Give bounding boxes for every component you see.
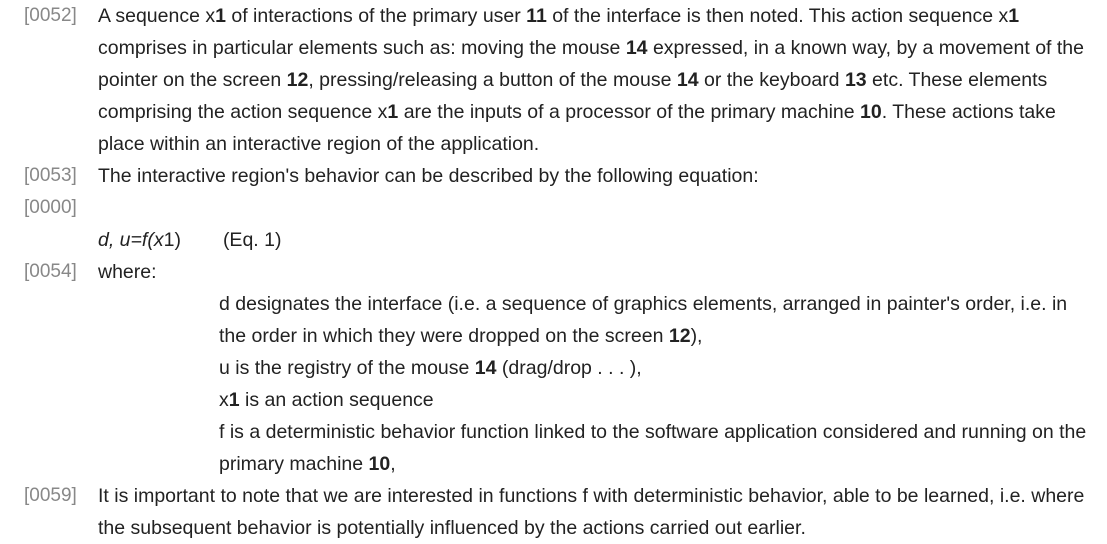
paragraph-text: It is important to note that we are inte… [98, 485, 1085, 539]
equation: d, u=f(x1) (Eq. 1) [98, 229, 282, 251]
equation-label: (Eq. 1) [222, 229, 282, 251]
definition-item-x1: x1 is an action sequence [219, 389, 434, 411]
paragraph-text: The interactive region's behavior can be… [98, 165, 759, 187]
paragraph-number: [0052] [24, 5, 77, 26]
paragraph-text: A sequence x1 of interactions of the pri… [98, 5, 1084, 155]
definition-item-d: d designates the interface (i.e. a seque… [219, 293, 1068, 347]
paragraph-number: [0054] [24, 261, 77, 282]
definition-item-f: f is a deterministic behavior function l… [219, 421, 1087, 475]
paragraph-number: [0053] [24, 165, 77, 186]
paragraph-number: [0059] [24, 485, 77, 506]
definition-item-u: u is the registry of the mouse 14 (drag/… [219, 357, 642, 379]
definition-list-body: d designates the interface (i.e. a seque… [219, 288, 1099, 480]
paragraph-text: where: [98, 261, 157, 283]
paragraph-number: [0000] [24, 197, 77, 218]
